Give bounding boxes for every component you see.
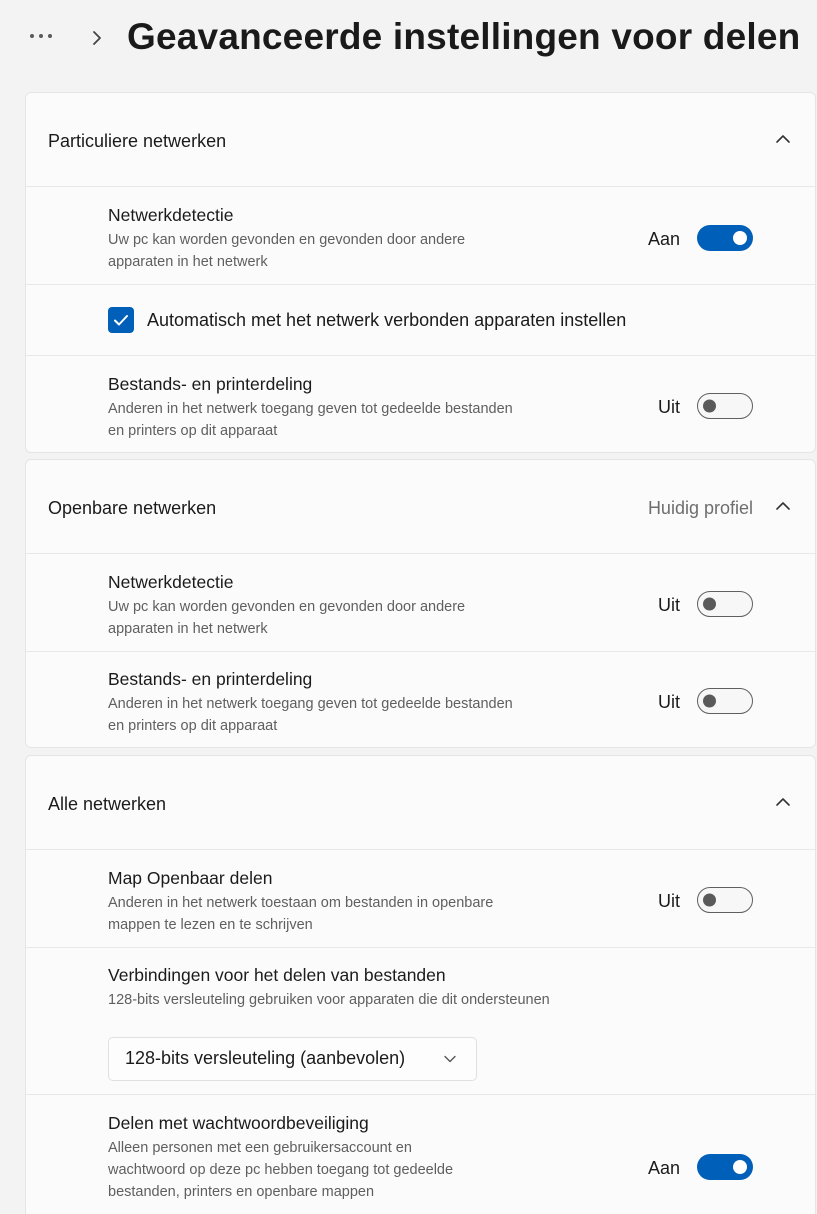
- section-title: Alle netwerken: [48, 794, 167, 814]
- setting-description: Uw pc kan worden gevonden en gevonden do…: [108, 599, 466, 637]
- page-header: Geavanceerde instellingen voor delen: [0, 0, 817, 78]
- setting-title: Netwerkdetectie: [108, 572, 234, 592]
- password-protected-sharing-toggle[interactable]: [697, 1154, 753, 1180]
- chevron-right-icon: [93, 31, 101, 45]
- section-public-networks: Openbare netwerken Huidig profiel Netwer…: [25, 459, 816, 748]
- section-header[interactable]: Particuliere netwerken: [26, 93, 815, 187]
- setting-file-sharing-connections: Verbindingen voor het delen van bestande…: [26, 948, 815, 1095]
- setting-title: Delen met wachtwoordbeveiliging: [108, 1113, 369, 1133]
- file-printer-sharing-toggle[interactable]: [697, 393, 753, 419]
- network-discovery-toggle[interactable]: [697, 591, 753, 617]
- setting-file-printer-sharing: Bestands- en printerdeling Anderen in he…: [26, 356, 815, 452]
- checkmark-icon: [114, 315, 128, 326]
- chevron-up-icon[interactable]: [775, 796, 791, 808]
- setting-network-discovery: Netwerkdetectie Uw pc kan worden gevonde…: [26, 554, 815, 652]
- setting-title: Bestands- en printerdeling: [108, 669, 313, 689]
- setting-auto-setup: Automatisch met het netwerk verbonden ap…: [26, 285, 815, 356]
- chevron-up-icon[interactable]: [775, 133, 791, 145]
- section-all-networks: Alle netwerken Map Openbaar delen Andere…: [25, 755, 816, 1214]
- auto-setup-checkbox[interactable]: [108, 307, 134, 333]
- dropdown-selected-value: 128-bits versleuteling (aanbevolen): [125, 1048, 406, 1068]
- file-printer-sharing-toggle[interactable]: [697, 688, 753, 714]
- chevron-up-icon[interactable]: [775, 500, 791, 512]
- network-discovery-toggle[interactable]: [697, 225, 753, 251]
- setting-description: Alleen personen met een gebruikersaccoun…: [108, 1140, 454, 1200]
- section-title: Particuliere netwerken: [48, 131, 227, 151]
- section-private-networks: Particuliere netwerken Netwerkdetectie U…: [25, 92, 816, 453]
- setting-title: Map Openbaar delen: [108, 868, 273, 888]
- setting-file-printer-sharing: Bestands- en printerdeling Anderen in he…: [26, 652, 815, 747]
- more-icon[interactable]: [30, 26, 66, 46]
- chevron-down-icon: [444, 1055, 456, 1063]
- toggle-state-label: Uit: [658, 595, 680, 615]
- setting-password-protected-sharing: Delen met wachtwoordbeveiliging Alleen p…: [26, 1095, 815, 1214]
- public-folder-sharing-toggle[interactable]: [697, 887, 753, 913]
- setting-description: Uw pc kan worden gevonden en gevonden do…: [108, 232, 466, 270]
- section-header[interactable]: Alle netwerken: [26, 756, 815, 850]
- toggle-state-label: Uit: [658, 692, 680, 712]
- current-profile-label: Huidig profiel: [647, 498, 753, 518]
- setting-description: 128-bits versleuteling gebruiken voor ap…: [108, 992, 550, 1008]
- setting-title: Verbindingen voor het delen van bestande…: [108, 965, 446, 985]
- section-header[interactable]: Openbare netwerken Huidig profiel: [26, 460, 815, 554]
- setting-public-folder-sharing: Map Openbaar delen Anderen in het netwer…: [26, 850, 815, 948]
- setting-network-discovery: Netwerkdetectie Uw pc kan worden gevonde…: [26, 187, 815, 285]
- setting-description: Anderen in het netwerk toegang geven tot…: [108, 696, 513, 734]
- setting-title: Netwerkdetectie: [108, 205, 234, 225]
- setting-description: Anderen in het netwerk toestaan om besta…: [108, 895, 494, 933]
- page-title: Geavanceerde instellingen voor delen: [127, 16, 801, 57]
- setting-title: Bestands- en printerdeling: [108, 374, 313, 394]
- encryption-dropdown[interactable]: 128-bits versleuteling (aanbevolen): [108, 1037, 477, 1081]
- section-title: Openbare netwerken: [48, 498, 217, 518]
- toggle-state-label: Uit: [658, 397, 680, 417]
- toggle-state-label: Uit: [658, 891, 680, 911]
- setting-description: Anderen in het netwerk toegang geven tot…: [108, 401, 513, 439]
- toggle-state-label: Aan: [647, 229, 680, 249]
- checkbox-label[interactable]: Automatisch met het netwerk verbonden ap…: [147, 310, 626, 331]
- toggle-state-label: Aan: [647, 1158, 680, 1178]
